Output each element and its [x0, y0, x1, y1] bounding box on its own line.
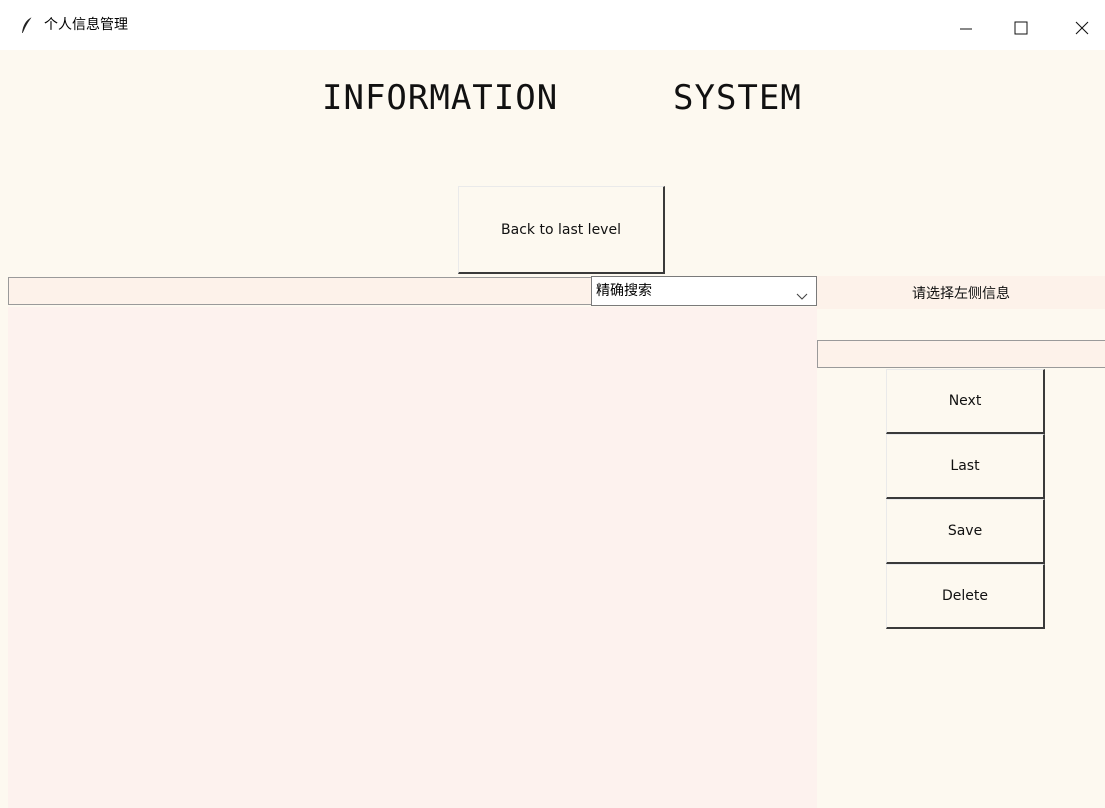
- resize-grip-icon[interactable]: [1071, 800, 1101, 806]
- delete-button[interactable]: Delete: [886, 564, 1045, 629]
- chevron-down-icon: [796, 286, 808, 305]
- search-input[interactable]: [8, 277, 591, 305]
- title-bar[interactable]: 个人信息管理: [0, 0, 1105, 50]
- close-icon: [1075, 21, 1089, 35]
- save-button[interactable]: Save: [886, 499, 1045, 564]
- last-button[interactable]: Last: [886, 434, 1045, 499]
- feather-icon: [20, 16, 34, 34]
- search-mode-value: 精确搜索: [596, 283, 652, 299]
- maximize-button[interactable]: [998, 10, 1044, 46]
- minimize-icon: [960, 22, 972, 34]
- app-window: 个人信息管理 INFORMATION SYSTEM Back to last l…: [0, 0, 1105, 808]
- window-title: 个人信息管理: [44, 17, 128, 33]
- heading-word-information: INFORMATION: [322, 78, 559, 118]
- results-list[interactable]: [8, 307, 817, 808]
- search-mode-select[interactable]: 精确搜索: [591, 276, 817, 306]
- back-to-last-level-button[interactable]: Back to last level: [458, 186, 665, 274]
- minimize-button[interactable]: [943, 10, 989, 46]
- heading-word-system: SYSTEM: [673, 78, 802, 118]
- selection-prompt: 请选择左侧信息: [817, 276, 1105, 309]
- detail-input[interactable]: [817, 340, 1105, 368]
- next-button[interactable]: Next: [886, 369, 1045, 434]
- page-heading: INFORMATION SYSTEM: [0, 76, 1105, 120]
- maximize-icon: [1014, 21, 1028, 35]
- close-button[interactable]: [1059, 10, 1105, 46]
